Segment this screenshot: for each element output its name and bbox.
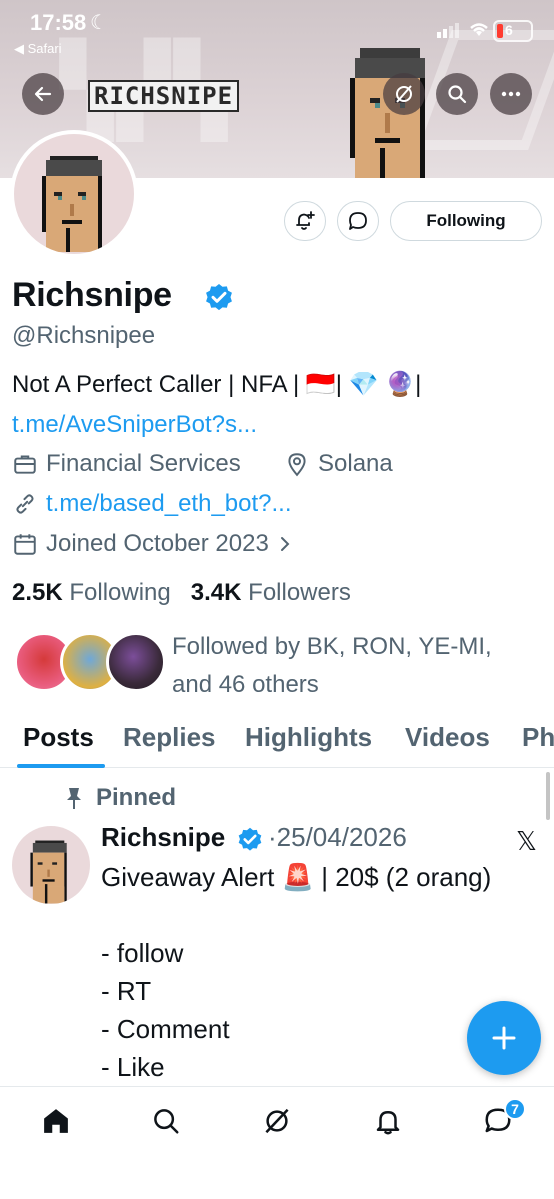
battery-indicator: 6 bbox=[493, 20, 533, 42]
pinned-indicator: Pinned bbox=[64, 784, 176, 812]
post-text-line: Giveaway Alert 🚨 | 20$ (2 orang) bbox=[101, 862, 492, 892]
followers-label[interactable]: Followers bbox=[248, 579, 351, 606]
plus-icon bbox=[492, 1026, 516, 1050]
profile-tabs: Posts Replies Highlights Videos Ph bbox=[0, 718, 554, 768]
post-text-line: - RT bbox=[101, 976, 152, 1006]
search-button[interactable] bbox=[436, 73, 478, 115]
profile-location: Solana bbox=[284, 450, 393, 478]
post-text-line: - Like bbox=[101, 1052, 165, 1082]
profile-name: Richsnipe bbox=[12, 276, 172, 314]
profile-avatar[interactable] bbox=[10, 130, 138, 258]
follower-avatar bbox=[106, 632, 166, 692]
header-brand: RICHSNIPE bbox=[88, 80, 240, 112]
back-button[interactable] bbox=[22, 73, 64, 115]
calendar-icon bbox=[14, 534, 36, 555]
link-icon bbox=[16, 494, 34, 514]
post-date[interactable]: ·25/04/2026 bbox=[268, 822, 407, 853]
avatar-character bbox=[42, 156, 102, 252]
followers-count[interactable]: 3.4K bbox=[191, 579, 242, 606]
battery-percent: 6 bbox=[505, 22, 513, 38]
following-label[interactable]: Following bbox=[69, 579, 170, 606]
messages-badge: 7 bbox=[504, 1098, 526, 1120]
arrow-left-icon bbox=[34, 86, 52, 102]
website-link[interactable]: t.me/based_eth_bot?... bbox=[46, 490, 292, 518]
x-logo-icon: 𝕏 bbox=[516, 826, 537, 856]
bottom-navigation bbox=[0, 1086, 554, 1199]
battery-level bbox=[497, 24, 503, 38]
tab-videos[interactable]: Videos bbox=[405, 722, 490, 753]
scrollbar[interactable] bbox=[546, 772, 550, 820]
followed-by-line1: Followed by BK, RON, YE-MI, bbox=[172, 633, 492, 660]
cellular-signal-icon bbox=[437, 23, 459, 38]
post-avatar-character bbox=[30, 840, 67, 904]
back-to-app-link[interactable]: ◀ Safari bbox=[14, 41, 62, 57]
active-tab-indicator bbox=[17, 764, 105, 768]
tab-posts[interactable]: Posts bbox=[23, 722, 94, 753]
location-pin-icon bbox=[288, 453, 306, 477]
profile-category: Financial Services bbox=[12, 450, 241, 478]
profile-website[interactable]: t.me/based_eth_bot?... bbox=[12, 490, 292, 518]
nav-grok[interactable] bbox=[257, 1101, 297, 1141]
search-icon bbox=[448, 85, 467, 104]
pin-icon bbox=[67, 788, 81, 809]
post-text-line: - follow bbox=[101, 938, 184, 968]
chevron-right-icon bbox=[280, 537, 290, 551]
notifications-subscribe-button[interactable] bbox=[284, 201, 326, 241]
moon-icon: ☾ bbox=[90, 12, 108, 34]
pinned-label: Pinned bbox=[96, 784, 177, 811]
status-time: 17:58 bbox=[30, 10, 87, 35]
category-label: Financial Services bbox=[46, 450, 241, 477]
tab-photos[interactable]: Ph bbox=[522, 722, 554, 753]
post-author-avatar[interactable] bbox=[12, 826, 90, 904]
more-horizontal-icon bbox=[501, 91, 521, 97]
joined-label: Joined October 2023 bbox=[46, 530, 269, 557]
nav-search[interactable] bbox=[146, 1101, 186, 1141]
followed-by-line2: and 46 others bbox=[172, 671, 319, 698]
chat-bubble-icon bbox=[349, 212, 367, 230]
bell-icon bbox=[376, 1111, 400, 1135]
profile-handle: @Richsnipee bbox=[12, 322, 156, 349]
compose-button[interactable] bbox=[467, 1001, 541, 1075]
following-count[interactable]: 2.5K bbox=[12, 579, 63, 606]
grok-button[interactable] bbox=[383, 73, 425, 115]
grok-icon bbox=[265, 1108, 289, 1134]
follow-stats: 2.5K Following 3.4K Followers bbox=[12, 579, 351, 607]
home-icon bbox=[44, 1109, 68, 1133]
bio-link[interactable]: t.me/AveSniperBot?s... bbox=[12, 411, 257, 439]
tab-replies[interactable]: Replies bbox=[123, 722, 216, 753]
following-button[interactable]: Following bbox=[390, 201, 542, 241]
bell-plus-icon bbox=[296, 211, 315, 230]
verified-badge-icon bbox=[206, 284, 232, 311]
message-button[interactable] bbox=[337, 201, 379, 241]
followed-by-text[interactable]: Followed by BK, RON, YE-MI, and 46 other… bbox=[172, 628, 542, 704]
location-label: Solana bbox=[318, 450, 393, 477]
nav-notifications[interactable] bbox=[368, 1101, 408, 1141]
more-button[interactable] bbox=[490, 73, 532, 115]
grok-icon bbox=[396, 85, 412, 103]
status-bar: 17:58 ☾ ◀ Safari 6 bbox=[0, 0, 554, 60]
search-icon bbox=[154, 1109, 179, 1134]
profile-joined[interactable]: Joined October 2023 bbox=[12, 530, 293, 558]
verified-badge-icon bbox=[238, 827, 262, 851]
profile-bio: Not A Perfect Caller | NFA | 🇮🇩| 💎 🔮| bbox=[12, 371, 422, 398]
tab-highlights[interactable]: Highlights bbox=[245, 722, 372, 753]
briefcase-icon bbox=[14, 455, 36, 474]
post-text-line: - Comment bbox=[101, 1014, 230, 1044]
wifi-icon bbox=[470, 23, 488, 36]
post-author-name[interactable]: Richsnipe bbox=[101, 822, 225, 853]
nav-home[interactable] bbox=[36, 1101, 76, 1141]
